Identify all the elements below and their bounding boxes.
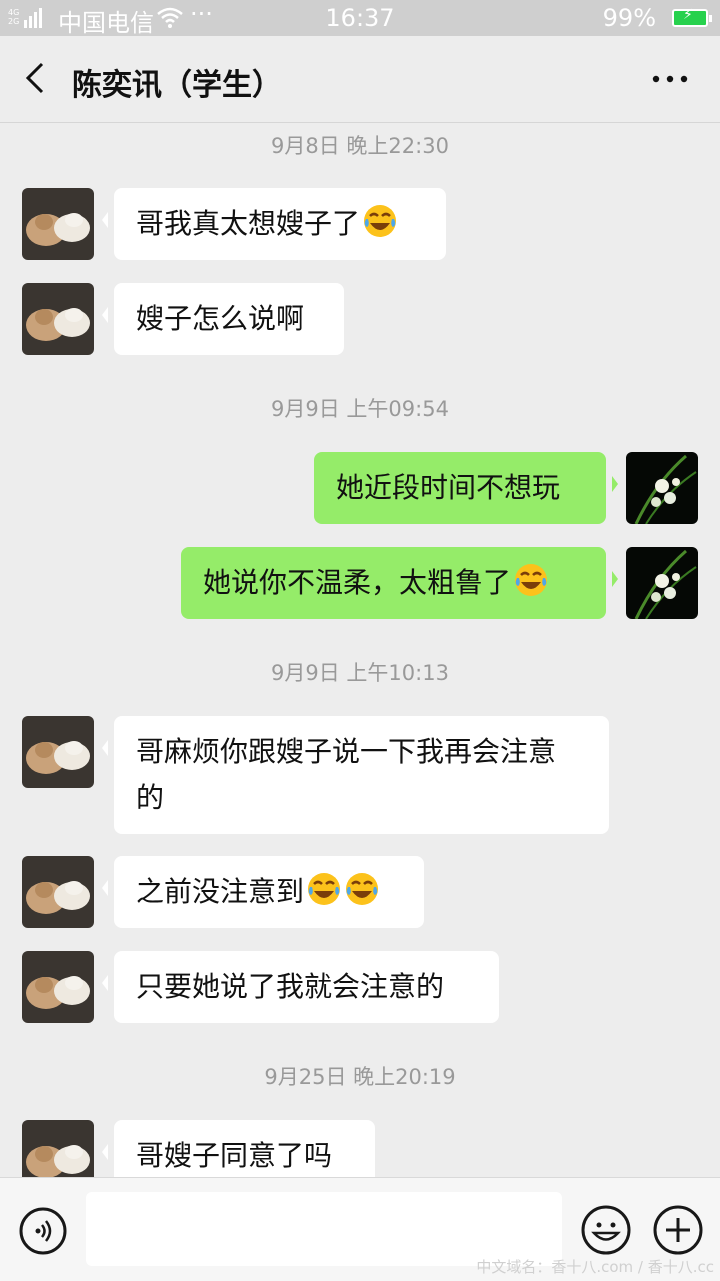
message-bubble[interactable]: 哥我真太想嫂子了 (102, 188, 446, 260)
message-bubble[interactable]: 她近段时间不想玩 (314, 452, 618, 524)
face-with-tears-of-joy-icon (364, 205, 397, 237)
battery-percent: 99% (602, 4, 656, 32)
message-text: 嫂子怎么说啊 (136, 302, 305, 335)
message-bubble[interactable]: 嫂子怎么说啊 (102, 283, 344, 355)
timestamp: 9月8日 晚上22:30 (271, 134, 449, 158)
my-avatar[interactable] (626, 452, 698, 524)
message-text: 只要她说了我就会注意的 (136, 970, 445, 1003)
message-bubble[interactable]: 哥嫂子同意了吗 (102, 1120, 375, 1177)
chat-header: 陈奕讯（学生） (0, 36, 720, 123)
message-list[interactable]: 9月8日 晚上22:30 哥我真太想嫂子了 嫂子怎么说啊 9月9日 上午09:5… (0, 123, 720, 1177)
message-text: 她近段时间不想玩 (336, 471, 561, 504)
emoji-icon[interactable] (580, 1204, 632, 1256)
timestamp: 9月25日 晚上20:19 (264, 1065, 456, 1089)
message-text: 哥我真太想嫂子了 (136, 207, 361, 240)
message-bubble[interactable]: 只要她说了我就会注意的 (102, 951, 499, 1023)
message-text: 哥嫂子同意了吗 (136, 1139, 333, 1172)
battery-charging-icon: ⚡ (672, 7, 712, 27)
contact-avatar[interactable] (22, 856, 94, 928)
input-bar: 中文域名：香十八.com / 香十八.cc (0, 1177, 720, 1281)
chat-title: 陈奕讯（学生） (72, 68, 282, 103)
message-bubble[interactable]: 哥麻烦你跟嫂子说一下我再会注意 的 (102, 716, 609, 834)
message-text: 的 (136, 781, 165, 814)
watermark: 中文域名：香十八.com / 香十八.cc (476, 1258, 714, 1276)
contact-avatar[interactable] (22, 1120, 94, 1177)
message-text: 她说你不温柔，太粗鲁了 (203, 566, 512, 599)
timestamp: 9月9日 上午09:54 (271, 397, 449, 421)
contact-avatar[interactable] (22, 716, 94, 788)
back-arrow-icon[interactable] (22, 58, 52, 98)
contact-avatar[interactable] (22, 951, 94, 1023)
face-with-tears-of-joy-icon (515, 564, 548, 596)
timestamp: 9月9日 上午10:13 (271, 661, 449, 685)
face-with-tears-of-joy-icon (346, 873, 379, 905)
voice-input-icon[interactable] (18, 1206, 68, 1256)
message-text: 之前没注意到 (136, 875, 305, 908)
status-bar: 4G 2G 中国电信 ··· 16:37 99% ⚡ (0, 0, 720, 37)
add-more-icon[interactable] (652, 1204, 704, 1256)
face-with-tears-of-joy-icon (308, 873, 341, 905)
contact-avatar[interactable] (22, 188, 94, 260)
contact-avatar[interactable] (22, 283, 94, 355)
message-bubble[interactable]: 她说你不温柔，太粗鲁了 (181, 547, 618, 619)
more-options-icon[interactable] (650, 64, 690, 94)
message-text: 哥麻烦你跟嫂子说一下我再会注意 (136, 735, 557, 768)
message-input[interactable] (86, 1192, 562, 1266)
my-avatar[interactable] (626, 547, 698, 619)
message-bubble[interactable]: 之前没注意到 (102, 856, 424, 928)
